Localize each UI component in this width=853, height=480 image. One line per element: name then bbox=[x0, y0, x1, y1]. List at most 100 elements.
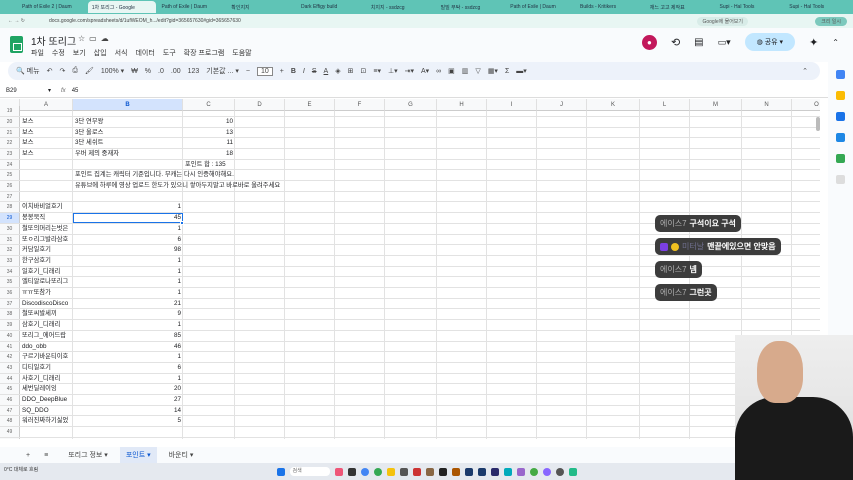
document-title[interactable]: 1차 또리그 bbox=[31, 33, 76, 48]
cell-a[interactable]: 보스 bbox=[20, 117, 73, 127]
maps-icon[interactable] bbox=[836, 154, 845, 163]
browser-tab[interactable]: 치지지 - ssdzcg bbox=[367, 1, 435, 13]
row-header[interactable]: 31 bbox=[0, 234, 20, 245]
cell-a[interactable]: 사호기_디래리 bbox=[20, 374, 73, 384]
cell-a[interactable]: 세번딜레이잉 bbox=[20, 384, 73, 394]
cell-b[interactable]: 20 bbox=[73, 384, 183, 394]
browser-tab[interactable]: Dark Effigy build bbox=[297, 1, 365, 13]
increase-decimal-button[interactable]: .00 bbox=[171, 68, 181, 75]
cell-b[interactable]: 1 bbox=[73, 256, 183, 266]
cell-b[interactable]: 98 bbox=[73, 245, 183, 255]
row-header[interactable]: 33 bbox=[0, 255, 20, 266]
chrome-icon[interactable] bbox=[373, 467, 382, 476]
bold-button[interactable]: B bbox=[291, 68, 296, 75]
history-icon[interactable]: ⟲ bbox=[671, 36, 680, 49]
row-header[interactable]: 32 bbox=[0, 245, 20, 255]
percent-button[interactable]: % bbox=[145, 68, 151, 75]
browser-tab[interactable]: Path of Exile | Daum bbox=[158, 1, 226, 13]
browser-tab[interactable]: 1차 또리그 - Google bbox=[87, 1, 156, 13]
menu-item[interactable]: 파일 bbox=[31, 48, 44, 58]
font-size-decrease[interactable]: − bbox=[246, 68, 250, 75]
app-icon[interactable] bbox=[425, 467, 434, 476]
merge-icon[interactable]: ⊡ bbox=[360, 67, 366, 75]
cell-a[interactable]: 철또씨발세끼 bbox=[20, 309, 73, 319]
fill-color-icon[interactable]: ◈ bbox=[335, 67, 340, 75]
cell-a[interactable]: 보스 bbox=[20, 149, 73, 159]
menu-item[interactable]: 확장 프로그램 bbox=[184, 48, 225, 58]
row-header[interactable]: 50 bbox=[0, 437, 20, 439]
undo-icon[interactable]: ↶ bbox=[47, 67, 53, 75]
app-icon[interactable] bbox=[399, 467, 408, 476]
app-icon[interactable] bbox=[516, 467, 525, 476]
row-header[interactable]: 46 bbox=[0, 395, 20, 405]
browser-tab[interactable]: 밀밀 부탁 - ssdzcg bbox=[437, 1, 505, 13]
vertical-scrollbar[interactable] bbox=[816, 117, 820, 131]
browser-tab[interactable]: Path of Exile | Daum bbox=[506, 1, 574, 13]
calendar-icon[interactable] bbox=[836, 70, 845, 79]
name-box-dropdown-icon[interactable]: ▾ bbox=[48, 87, 51, 94]
browser-tab[interactable]: Supi - Hal Tools bbox=[716, 1, 784, 13]
app-icon[interactable] bbox=[568, 467, 577, 476]
premiere-icon[interactable] bbox=[490, 467, 499, 476]
start-icon[interactable] bbox=[276, 467, 285, 476]
row-header[interactable]: 29 bbox=[0, 213, 20, 223]
contacts-icon[interactable] bbox=[836, 133, 845, 142]
cell-b[interactable]: 46 bbox=[73, 342, 183, 352]
font-select[interactable]: 기본값 ... ▾ bbox=[206, 66, 239, 76]
meet-icon[interactable]: ▭▾ bbox=[718, 37, 731, 48]
row-header[interactable]: 45 bbox=[0, 384, 20, 395]
row-header[interactable]: 23 bbox=[0, 148, 20, 159]
italic-button[interactable]: I bbox=[303, 68, 305, 75]
cell-a[interactable]: ㅠㅠ또참가 bbox=[20, 288, 73, 298]
redo-icon[interactable]: ↷ bbox=[59, 67, 65, 75]
cell-b[interactable]: 1 bbox=[73, 277, 183, 287]
move-folder-icon[interactable]: ▭ bbox=[89, 34, 101, 43]
cell-b[interactable]: 3단 세쉬트 bbox=[73, 138, 183, 148]
cell-b[interactable]: 유튜브에 하루에 영상 업로드 한도가 있으니 쌓아두지말고 바로바로 올려주세… bbox=[73, 181, 673, 191]
browser-tab[interactable]: 확인지지 bbox=[227, 1, 295, 13]
app-icon[interactable] bbox=[451, 467, 460, 476]
collapse-header-icon[interactable]: ⌃ bbox=[832, 38, 839, 47]
weather-widget[interactable]: 0°C 대체로 흐림 bbox=[4, 466, 38, 473]
cell-b[interactable]: 1 bbox=[73, 374, 183, 384]
row-header[interactable]: 40 bbox=[0, 330, 20, 341]
row-header[interactable]: 48 bbox=[0, 416, 20, 427]
cell-b[interactable]: 1 bbox=[73, 320, 183, 330]
cell-b[interactable]: 6 bbox=[73, 235, 183, 245]
row-header[interactable]: 43 bbox=[0, 362, 20, 373]
row-header[interactable]: 27 bbox=[0, 191, 20, 202]
formula-input[interactable]: 45 bbox=[72, 88, 79, 94]
valign-icon[interactable]: ⊥▾ bbox=[388, 67, 398, 75]
zoom-select[interactable]: 100% ▾ bbox=[101, 67, 124, 75]
tasks-icon[interactable] bbox=[836, 112, 845, 121]
url-text[interactable]: docs.google.com/spreadsheets/d/1ufWEOM_h… bbox=[49, 18, 241, 24]
functions-icon[interactable]: Σ bbox=[505, 68, 509, 75]
row-header[interactable]: 49 bbox=[0, 427, 20, 437]
avatar[interactable]: ● bbox=[641, 34, 657, 50]
add-sheet-button[interactable]: + bbox=[26, 452, 30, 459]
font-size-increase[interactable]: + bbox=[280, 68, 284, 75]
font-size-input[interactable]: 10 bbox=[256, 66, 273, 76]
chevron-down-icon[interactable]: ▾ bbox=[145, 452, 151, 459]
row-header[interactable]: 20 bbox=[0, 116, 20, 127]
text-color-button[interactable]: A bbox=[324, 68, 329, 75]
cell-a[interactable]: 이치바비얼호기 bbox=[20, 202, 73, 212]
paint-format-icon[interactable]: 🖌 bbox=[85, 67, 94, 75]
cloud-icon[interactable]: ☁ bbox=[101, 34, 113, 43]
wrap-icon[interactable]: ⇥▾ bbox=[405, 67, 414, 75]
cell-a[interactable]: 철또의머리는벗은 bbox=[20, 224, 73, 234]
chevron-down-icon[interactable]: ▾ bbox=[102, 452, 108, 459]
decrease-decimal-button[interactable]: .0 bbox=[158, 68, 164, 75]
back-icon[interactable]: ← bbox=[8, 18, 13, 24]
comment-icon[interactable]: ▣ bbox=[448, 67, 455, 75]
input-tools-icon[interactable]: ▬▾ bbox=[516, 67, 527, 75]
cell-b[interactable]: 1 bbox=[73, 267, 183, 277]
row-header[interactable]: 19 bbox=[0, 106, 20, 116]
cell-a[interactable]: 구르기바운티이호 bbox=[20, 352, 73, 362]
more-formats-button[interactable]: 123 bbox=[188, 68, 200, 75]
sheet-tab[interactable]: 포인트 ▾ bbox=[119, 447, 157, 463]
cell-a[interactable]: 삼호기_디래리 bbox=[20, 320, 73, 330]
app-icon[interactable] bbox=[529, 467, 538, 476]
cell-b[interactable]: 3단 연무왕 bbox=[73, 117, 183, 127]
strikethrough-button[interactable]: S bbox=[312, 68, 317, 75]
